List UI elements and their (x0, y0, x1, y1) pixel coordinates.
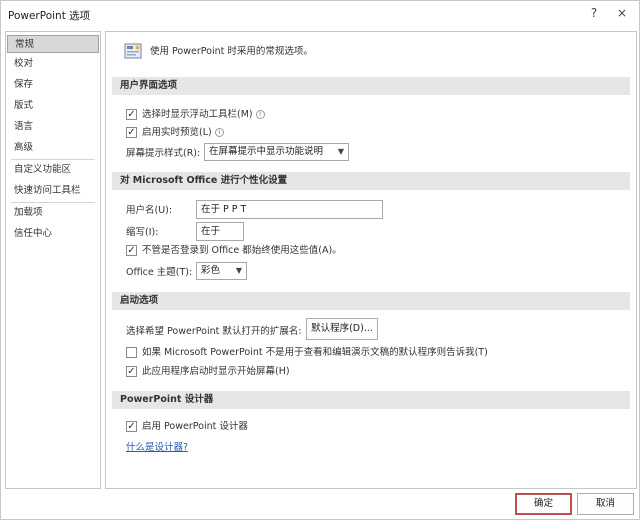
help-icon[interactable]: ? (586, 5, 602, 21)
username-label: 用户名(U): (126, 205, 173, 216)
tell-me-default-label: 如果 Microsoft PowerPoint 不是用于查看和编辑演示文稿的默认… (142, 347, 488, 358)
cancel-button[interactable]: 取消 (577, 493, 634, 515)
show-start-screen-label: 此应用程序启动时显示开始屏幕(H) (142, 366, 290, 377)
section-header-designer: PowerPoint 设计器 (112, 391, 630, 409)
default-programs-button[interactable]: 默认程序(D)... (306, 318, 378, 340)
username-input[interactable]: 在于 P P T (196, 200, 383, 219)
enable-designer-label: 启用 PowerPoint 设计器 (142, 421, 248, 432)
enable-designer-checkbox[interactable]: ✓ (126, 421, 137, 432)
tooltip-style-label: 屏幕提示样式(R): (126, 148, 201, 159)
tooltip-style-value: 在屏幕提示中显示功能说明 (209, 146, 324, 157)
sidebar-item-add-ins[interactable]: 加载项 (7, 204, 99, 222)
options-sidebar: 常规 校对 保存 版式 语言 高级 自定义功能区 快速访问工具栏 加载项 信任中… (5, 31, 101, 489)
mini-toolbar-label: 选择时显示浮动工具栏(M) i (142, 107, 265, 122)
office-theme-value: 彩色 (201, 265, 221, 276)
live-preview-label: 启用实时预览(L) i (142, 125, 224, 140)
intro-text: 使用 PowerPoint 时采用的常规选项。 (150, 46, 313, 57)
sidebar-item-general[interactable]: 常规 (7, 35, 99, 53)
live-preview-text: 启用实时预览(L) (142, 127, 212, 138)
chevron-down-icon: ▼ (235, 266, 242, 275)
window-title: PowerPoint 选项 (8, 10, 91, 22)
sidebar-item-save[interactable]: 保存 (7, 76, 99, 94)
close-icon[interactable]: × (614, 5, 630, 21)
office-theme-label: Office 主题(T): (126, 267, 193, 278)
sidebar-item-customize-ribbon[interactable]: 自定义功能区 (7, 161, 99, 179)
always-use-values-checkbox[interactable]: ✓ (126, 245, 137, 256)
sidebar-item-quick-access-toolbar[interactable]: 快速访问工具栏 (7, 182, 99, 200)
mini-toolbar-checkbox[interactable]: ✓ (126, 109, 137, 120)
sidebar-item-language[interactable]: 语言 (7, 118, 99, 136)
powerpoint-options-dialog: PowerPoint 选项 ? × 常规 校对 保存 版式 语言 高级 自定义功… (0, 0, 640, 520)
sidebar-item-layout[interactable]: 版式 (7, 97, 99, 115)
ok-button[interactable]: 确定 (515, 493, 572, 515)
show-start-screen-checkbox[interactable]: ✓ (126, 366, 137, 377)
info-icon: i (255, 110, 265, 119)
default-extension-label: 选择希望 PowerPoint 默认打开的扩展名: (126, 326, 302, 337)
mini-toolbar-text: 选择时显示浮动工具栏(M) (142, 109, 253, 120)
section-header-startup: 启动选项 (112, 292, 630, 310)
sidebar-item-advanced[interactable]: 高级 (7, 139, 99, 157)
chevron-down-icon: ▼ (337, 147, 344, 156)
always-use-values-label: 不管是否登录到 Office 都始终使用这些值(A)。 (142, 245, 342, 256)
initials-input[interactable]: 在于 (196, 222, 244, 241)
sidebar-divider (11, 202, 95, 203)
title-bar: PowerPoint 选项 ? × (1, 1, 639, 27)
sidebar-item-trust-center[interactable]: 信任中心 (7, 225, 99, 243)
section-header-ui-options: 用户界面选项 (112, 77, 630, 95)
tell-me-default-checkbox[interactable] (126, 347, 137, 358)
section-header-personalize: 对 Microsoft Office 进行个性化设置 (112, 172, 630, 190)
sidebar-divider (11, 159, 95, 160)
info-icon: i (214, 128, 224, 137)
live-preview-checkbox[interactable]: ✓ (126, 127, 137, 138)
tooltip-style-select[interactable]: 在屏幕提示中显示功能说明 ▼ (204, 143, 349, 161)
options-content: 使用 PowerPoint 时采用的常规选项。 用户界面选项 ✓ 选择时显示浮动… (105, 31, 637, 489)
general-options-icon (124, 43, 142, 59)
sidebar-item-proofing[interactable]: 校对 (7, 55, 99, 73)
initials-label: 缩写(I): (126, 227, 159, 238)
what-is-designer-link[interactable]: 什么是设计器? (126, 439, 188, 453)
office-theme-select[interactable]: 彩色 ▼ (196, 262, 247, 280)
